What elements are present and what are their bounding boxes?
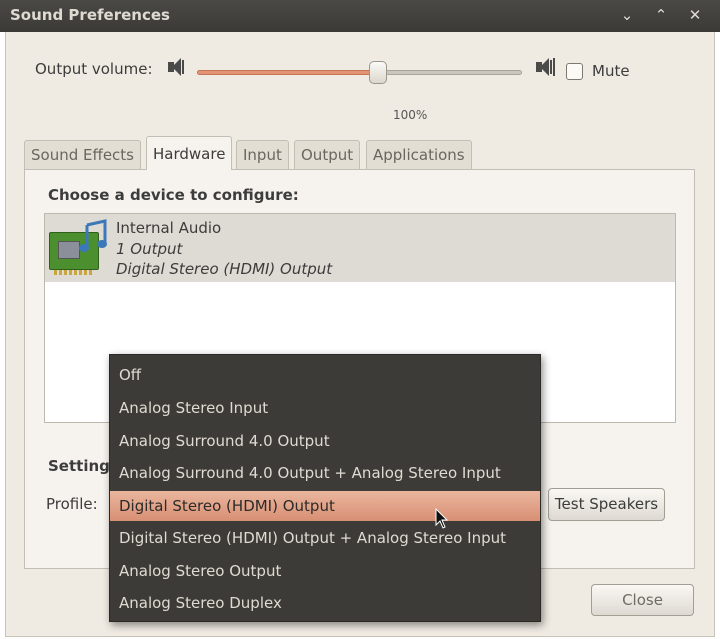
menu-item-analog-stereo-duplex[interactable]: Analog Stereo Duplex bbox=[110, 588, 540, 618]
tab-output[interactable]: Output bbox=[294, 140, 361, 169]
mouse-cursor-icon bbox=[435, 508, 449, 529]
device-name: Internal Audio bbox=[116, 219, 222, 237]
tab-hardware[interactable]: Hardware bbox=[146, 136, 233, 170]
window-title: Sound Preferences bbox=[10, 6, 170, 24]
settings-heading: Setting bbox=[48, 457, 110, 475]
speaker-high-icon bbox=[534, 57, 555, 77]
tab-applications[interactable]: Applications bbox=[366, 140, 472, 169]
profile-label: Profile: bbox=[46, 495, 98, 513]
choose-device-label: Choose a device to configure: bbox=[48, 186, 299, 204]
test-speakers-button[interactable]: Test Speakers bbox=[548, 488, 665, 521]
tab-sound-effects[interactable]: Sound Effects bbox=[24, 140, 141, 169]
menu-item-analog-surround-4-0-output-analog-stereo-input[interactable]: Analog Surround 4.0 Output + Analog Ster… bbox=[110, 458, 540, 488]
title-bar: Sound Preferences ⌄ ⌃ ✕ bbox=[0, 0, 720, 32]
volume-slider-fill bbox=[197, 70, 378, 75]
close-button[interactable]: Close bbox=[591, 584, 694, 616]
device-profile: Digital Stereo (HDMI) Output bbox=[116, 260, 333, 278]
menu-item-digital-stereo-hdmi-output-analog-stereo-input[interactable]: Digital Stereo (HDMI) Output + Analog St… bbox=[110, 523, 540, 553]
volume-slider-handle[interactable] bbox=[369, 61, 387, 84]
mute-label[interactable]: Mute bbox=[592, 62, 630, 80]
tab-input[interactable]: Input bbox=[236, 140, 289, 169]
menu-item-analog-stereo-input[interactable]: Analog Stereo Input bbox=[110, 393, 540, 423]
menu-item-analog-surround-4-0-output[interactable]: Analog Surround 4.0 Output bbox=[110, 426, 540, 456]
maximize-icon[interactable]: ⌃ bbox=[650, 5, 672, 25]
volume-percent: 100% bbox=[393, 108, 428, 122]
menu-item-analog-stereo-output[interactable]: Analog Stereo Output bbox=[110, 556, 540, 586]
output-volume-label: Output volume: bbox=[35, 60, 153, 78]
minimize-icon[interactable]: ⌄ bbox=[616, 5, 638, 25]
music-note-icon bbox=[79, 219, 107, 252]
device-output-count: 1 Output bbox=[116, 240, 183, 258]
speaker-low-icon bbox=[166, 57, 184, 77]
close-icon[interactable]: ✕ bbox=[684, 5, 706, 25]
profile-dropdown-menu: Off Analog Stereo Input Analog Surround … bbox=[109, 354, 541, 622]
mute-checkbox[interactable] bbox=[566, 63, 583, 80]
menu-item-digital-stereo-hdmi-output[interactable]: Digital Stereo (HDMI) Output bbox=[110, 491, 540, 521]
menu-item-off[interactable]: Off bbox=[110, 360, 540, 390]
